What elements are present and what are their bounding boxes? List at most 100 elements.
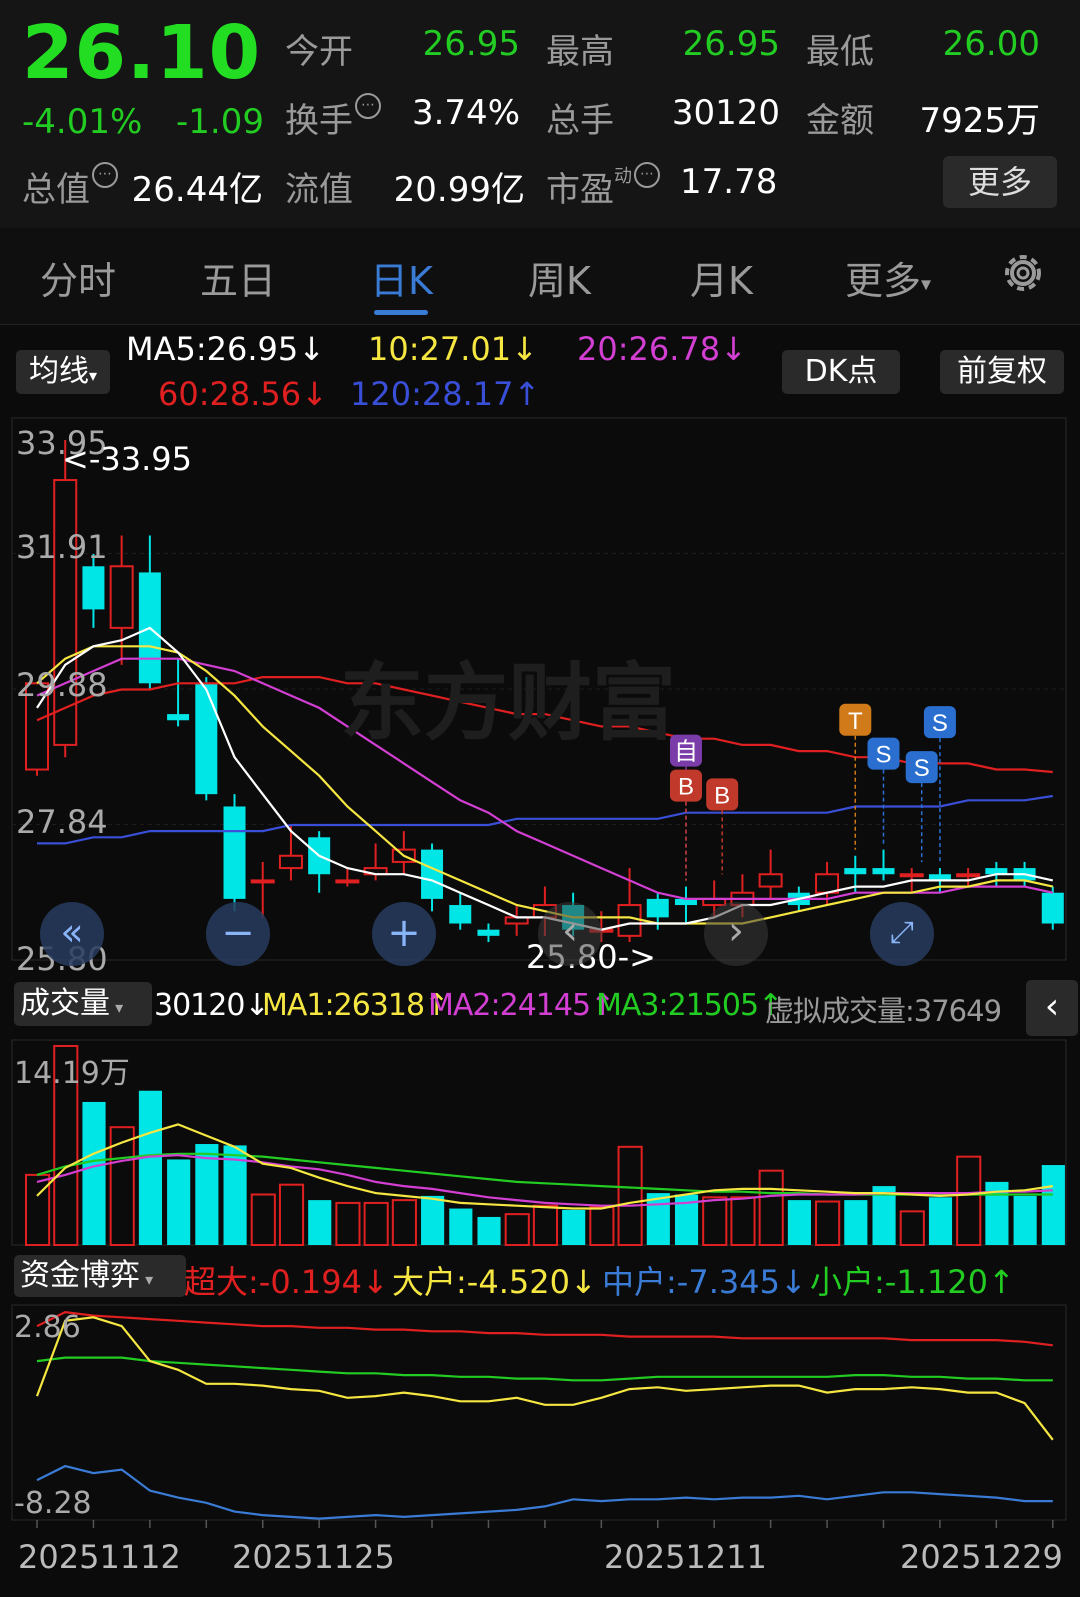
signal-label: 自 [674, 739, 698, 766]
date-label: 20251229 [900, 1538, 1063, 1576]
volume-bar-down [167, 1159, 191, 1245]
date-label: 20251112 [18, 1538, 181, 1576]
capital-axis-bottom: -8.28 [14, 1486, 92, 1521]
volume-bar-down [449, 1208, 473, 1245]
candle-down [195, 683, 218, 795]
volume-bar-up [391, 1199, 417, 1246]
capital-medium: 中户:-7.345↓ [602, 1263, 807, 1301]
candle-down [223, 806, 246, 899]
watermark: 东方财富 [340, 654, 677, 752]
candle-up [758, 873, 783, 888]
scroll-right-button[interactable]: › [704, 902, 768, 966]
volume-bar-up [758, 1169, 784, 1246]
volume-axis-label: 14.19万 [14, 1056, 130, 1091]
volume-bar-up [335, 1201, 361, 1246]
collapse-panel-button[interactable]: ‹ [1026, 980, 1078, 1036]
chevron-left-icon: ‹ [562, 908, 578, 954]
candle-down [167, 714, 190, 721]
volume-bar-down [82, 1101, 106, 1245]
dropdown-triangle-icon: ▾ [140, 1270, 154, 1289]
candle-up [899, 873, 924, 878]
virtual-volume: 虚拟成交量:37649 [765, 994, 1002, 1028]
ma120-line [37, 794, 1053, 845]
volume-selector-label: 成交量 [20, 986, 110, 1021]
date-label: 20251211 [604, 1538, 767, 1576]
signal-label: S [875, 742, 891, 769]
volume-bar-down [308, 1200, 332, 1245]
candle-down [844, 868, 867, 875]
expand-icon: ⤢ [890, 915, 914, 950]
volume-bar-down [477, 1216, 501, 1245]
volume-bar-up [532, 1204, 559, 1246]
scroll-left-button[interactable]: ‹ [538, 902, 602, 966]
volume-bar-down [562, 1209, 586, 1245]
capital-selector-label: 资金博弈 [20, 1258, 140, 1293]
signal-label: B [678, 774, 694, 801]
candle-down [477, 929, 500, 936]
capital-super-line [36, 1310, 1053, 1347]
volume-bar-up [899, 1210, 925, 1247]
candle-up [109, 565, 134, 629]
signal-label: B [714, 782, 730, 809]
candle-down [449, 905, 472, 924]
kline-chart[interactable]: 自B BTS SS [0, 0, 1080, 1597]
volume-bar-down [844, 1200, 868, 1245]
capital-super: 超大:-0.194↓ [184, 1263, 389, 1301]
dropdown-triangle-icon: ▾ [110, 998, 124, 1017]
candle-up [335, 879, 360, 884]
capital-small-line [36, 1356, 1053, 1382]
date-label: 20251125 [232, 1538, 395, 1576]
volume-bar-down [1041, 1165, 1065, 1245]
volume-selector[interactable]: 成交量 ▾ [14, 982, 152, 1026]
chevron-left-icon: ‹ [1044, 986, 1060, 1027]
capital-medium-line [36, 1464, 1053, 1520]
price-axis-label: 29.88 [16, 666, 108, 704]
volume-bar-up [702, 1196, 728, 1246]
candle-up [956, 873, 981, 878]
double-chevron-left-icon: « [60, 910, 84, 954]
signal-label: T [848, 708, 863, 735]
candle-down [82, 566, 105, 610]
volume-bar-down [1013, 1195, 1037, 1245]
volume-ma3: MA3:21505↑ [596, 988, 783, 1023]
scroll-start-button[interactable]: « [40, 902, 104, 966]
zoom-in-button[interactable]: + [372, 902, 436, 966]
volume-bar-up [250, 1193, 276, 1247]
capital-large: 大户:-4.520↓ [392, 1263, 597, 1301]
capital-selector[interactable]: 资金博弈 ▾ [14, 1255, 186, 1297]
signal-label: S [932, 710, 948, 737]
volume-bar-up [617, 1145, 643, 1246]
volume-bar-down [138, 1090, 163, 1245]
volume-bar-down [787, 1200, 811, 1245]
volume-bar-down [928, 1197, 953, 1245]
volume-bar-down [421, 1195, 445, 1245]
volume-current: 30120↓ [154, 988, 270, 1023]
price-axis-label: 27.84 [16, 803, 108, 841]
chevron-right-icon: › [728, 908, 744, 954]
candle-down [1041, 892, 1064, 924]
volume-ma2: MA2:24145↑ [428, 988, 615, 1023]
candle-down [646, 898, 669, 918]
volume-ma1: MA1:26318↑ [262, 988, 449, 1023]
volume-bar-up [504, 1213, 530, 1247]
capital-axis-top: 2.86 [14, 1310, 81, 1345]
capital-panel-frame [11, 1304, 1067, 1521]
volume-bar-up [815, 1200, 841, 1247]
plus-icon: + [387, 910, 421, 956]
high-price-marker: <-33.95 [62, 440, 192, 478]
minus-icon: − [221, 910, 255, 956]
volume-bar-up [730, 1196, 756, 1246]
signal-label: S [914, 755, 930, 782]
volume-bar-up [25, 1173, 51, 1247]
candle-up [617, 904, 642, 937]
volume-bar-up [363, 1201, 389, 1246]
candle-down [421, 849, 444, 899]
capital-small: 小户:-1.120↑ [810, 1263, 1015, 1301]
volume-bar-up [278, 1183, 305, 1247]
candle-up [250, 879, 275, 884]
price-axis-label: 31.91 [16, 528, 108, 566]
fullscreen-button[interactable]: ⤢ [870, 902, 934, 966]
volume-bar-up [956, 1155, 982, 1246]
candle-up [278, 854, 303, 870]
zoom-out-button[interactable]: − [206, 902, 270, 966]
